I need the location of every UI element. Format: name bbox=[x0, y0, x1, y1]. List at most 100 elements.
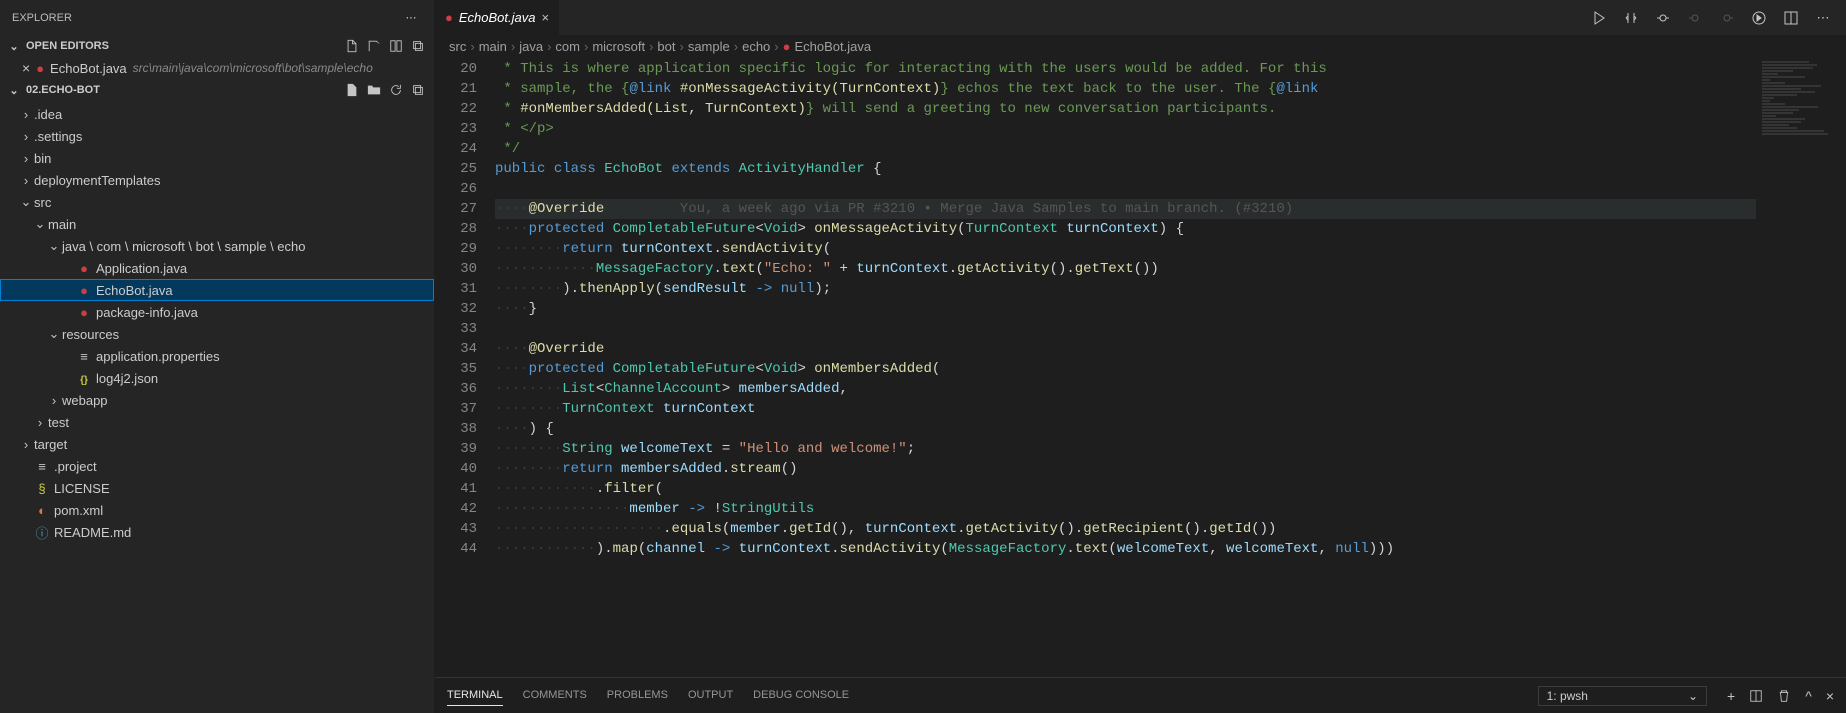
code-editor[interactable]: * This is where application specific log… bbox=[495, 57, 1756, 677]
panel-tab-problems[interactable]: PROBLEMS bbox=[607, 685, 668, 706]
line-number[interactable]: 35 bbox=[435, 359, 477, 379]
tree-file[interactable]: Application.java bbox=[0, 257, 434, 279]
tree-file[interactable]: log4j2.json bbox=[0, 367, 434, 389]
breadcrumb-item[interactable]: bot bbox=[657, 39, 675, 54]
line-number[interactable]: 42 bbox=[435, 499, 477, 519]
tree-folder[interactable]: ›test bbox=[0, 411, 434, 433]
breadcrumb-item[interactable]: EchoBot.java bbox=[795, 39, 872, 54]
breadcrumb-item[interactable]: com bbox=[555, 39, 580, 54]
code-line[interactable]: ················member -> !StringUtils bbox=[495, 499, 1756, 519]
tree-file[interactable]: .project bbox=[0, 455, 434, 477]
code-line[interactable]: ········return turnContext.sendActivity( bbox=[495, 239, 1756, 259]
code-line[interactable]: ····················.equals(member.getId… bbox=[495, 519, 1756, 539]
tree-folder[interactable]: ⌄java \ com \ microsoft \ bot \ sample \… bbox=[0, 235, 434, 257]
code-line[interactable]: * #onMembersAdded(List, TurnContext)} wi… bbox=[495, 99, 1756, 119]
line-number[interactable]: 25 bbox=[435, 159, 477, 179]
open-editor-item[interactable]: × EchoBot.java src\main\java\com\microso… bbox=[0, 57, 434, 79]
breadcrumb-item[interactable]: main bbox=[479, 39, 507, 54]
code-line[interactable]: ····protected CompletableFuture<Void> on… bbox=[495, 359, 1756, 379]
close-icon[interactable]: × bbox=[541, 10, 549, 25]
new-file-icon[interactable] bbox=[342, 36, 362, 56]
tree-file[interactable]: LICENSE bbox=[0, 477, 434, 499]
panel-tab-debug-console[interactable]: DEBUG CONSOLE bbox=[753, 685, 849, 706]
code-line[interactable]: ············MessageFactory.text("Echo: "… bbox=[495, 259, 1756, 279]
tree-folder[interactable]: ›deploymentTemplates bbox=[0, 169, 434, 191]
run-icon[interactable] bbox=[1588, 7, 1610, 29]
minimap[interactable] bbox=[1756, 57, 1846, 677]
line-number[interactable]: 20 bbox=[435, 59, 477, 79]
line-number[interactable]: 24 bbox=[435, 139, 477, 159]
git-back-icon[interactable] bbox=[1684, 7, 1706, 29]
code-line[interactable]: ····} bbox=[495, 299, 1756, 319]
code-line[interactable]: ····) { bbox=[495, 419, 1756, 439]
new-file-icon[interactable] bbox=[342, 80, 362, 100]
tree-folder[interactable]: ›.idea bbox=[0, 103, 434, 125]
tree-folder[interactable]: ⌄main bbox=[0, 213, 434, 235]
tree-folder[interactable]: ›webapp bbox=[0, 389, 434, 411]
breadcrumb-item[interactable]: java bbox=[519, 39, 543, 54]
code-line[interactable]: * </p> bbox=[495, 119, 1756, 139]
tree-file[interactable]: EchoBot.java bbox=[0, 279, 434, 301]
code-line[interactable] bbox=[495, 319, 1756, 339]
line-number[interactable]: 40 bbox=[435, 459, 477, 479]
code-line[interactable]: ········String welcomeText = "Hello and … bbox=[495, 439, 1756, 459]
tree-folder[interactable]: ›bin bbox=[0, 147, 434, 169]
close-icon[interactable]: × bbox=[22, 60, 30, 76]
line-number[interactable]: 32 bbox=[435, 299, 477, 319]
line-number[interactable]: 26 bbox=[435, 179, 477, 199]
collapse-all-icon[interactable] bbox=[408, 80, 428, 100]
git-prev-icon[interactable] bbox=[1652, 7, 1674, 29]
tree-folder[interactable]: ›target bbox=[0, 433, 434, 455]
line-number[interactable]: 21 bbox=[435, 79, 477, 99]
panel-tab-terminal[interactable]: TERMINAL bbox=[447, 685, 503, 706]
line-number[interactable]: 33 bbox=[435, 319, 477, 339]
line-number[interactable]: 29 bbox=[435, 239, 477, 259]
new-terminal-icon[interactable]: + bbox=[1727, 688, 1735, 704]
code-line[interactable]: ············.filter( bbox=[495, 479, 1756, 499]
tree-file[interactable]: pom.xml bbox=[0, 499, 434, 521]
code-line[interactable]: ········).thenApply(sendResult -> null); bbox=[495, 279, 1756, 299]
line-number[interactable]: 38 bbox=[435, 419, 477, 439]
code-line[interactable]: ····@Override You, a week ago via PR #32… bbox=[495, 199, 1756, 219]
tree-folder[interactable]: ⌄src bbox=[0, 191, 434, 213]
line-number[interactable]: 36 bbox=[435, 379, 477, 399]
file-tree[interactable]: ›.idea›.settings›bin›deploymentTemplates… bbox=[0, 101, 434, 713]
code-line[interactable]: ········return membersAdded.stream() bbox=[495, 459, 1756, 479]
save-all-icon[interactable] bbox=[364, 36, 384, 56]
line-gutter[interactable]: 2021222324252627282930313233343536373839… bbox=[435, 57, 495, 677]
tree-folder[interactable]: ›.settings bbox=[0, 125, 434, 147]
tree-file[interactable]: application.properties bbox=[0, 345, 434, 367]
line-number[interactable]: 31 bbox=[435, 279, 477, 299]
breadcrumb-item[interactable]: sample bbox=[688, 39, 730, 54]
new-folder-icon[interactable] bbox=[364, 80, 384, 100]
line-number[interactable]: 30 bbox=[435, 259, 477, 279]
tree-file[interactable]: package-info.java bbox=[0, 301, 434, 323]
breadcrumb-item[interactable]: echo bbox=[742, 39, 770, 54]
breadcrumb-item[interactable]: microsoft bbox=[592, 39, 645, 54]
line-number[interactable]: 37 bbox=[435, 399, 477, 419]
line-number[interactable]: 28 bbox=[435, 219, 477, 239]
line-number[interactable]: 34 bbox=[435, 339, 477, 359]
tab-echobot[interactable]: EchoBot.java × bbox=[435, 0, 560, 35]
code-line[interactable]: ············).map(channel -> turnContext… bbox=[495, 539, 1756, 559]
panel-tab-output[interactable]: OUTPUT bbox=[688, 685, 733, 706]
more-icon[interactable]: ⋯ bbox=[400, 7, 422, 29]
code-line[interactable]: * sample, the {@link #onMessageActivity(… bbox=[495, 79, 1756, 99]
layout-icon[interactable] bbox=[386, 36, 406, 56]
compare-icon[interactable] bbox=[1620, 7, 1642, 29]
code-line[interactable]: */ bbox=[495, 139, 1756, 159]
maximize-panel-icon[interactable]: ^ bbox=[1805, 688, 1812, 704]
code-line[interactable]: ········List<ChannelAccount> membersAdde… bbox=[495, 379, 1756, 399]
project-header[interactable]: ⌄ 02.ECHO-BOT bbox=[0, 79, 434, 101]
code-line[interactable]: ····@Override bbox=[495, 339, 1756, 359]
breadcrumbs[interactable]: src›main›java›com›microsoft›bot›sample›e… bbox=[435, 35, 1846, 57]
close-panel-icon[interactable]: × bbox=[1826, 688, 1834, 704]
tree-folder[interactable]: ⌄resources bbox=[0, 323, 434, 345]
split-editor-icon[interactable] bbox=[1780, 7, 1802, 29]
more-icon[interactable]: ⋯ bbox=[1812, 7, 1834, 29]
line-number[interactable]: 22 bbox=[435, 99, 477, 119]
tree-file[interactable]: README.md bbox=[0, 521, 434, 543]
panel-tab-comments[interactable]: COMMENTS bbox=[523, 685, 587, 706]
preview-icon[interactable] bbox=[1748, 7, 1770, 29]
open-editors-header[interactable]: ⌄ OPEN EDITORS bbox=[0, 35, 434, 57]
